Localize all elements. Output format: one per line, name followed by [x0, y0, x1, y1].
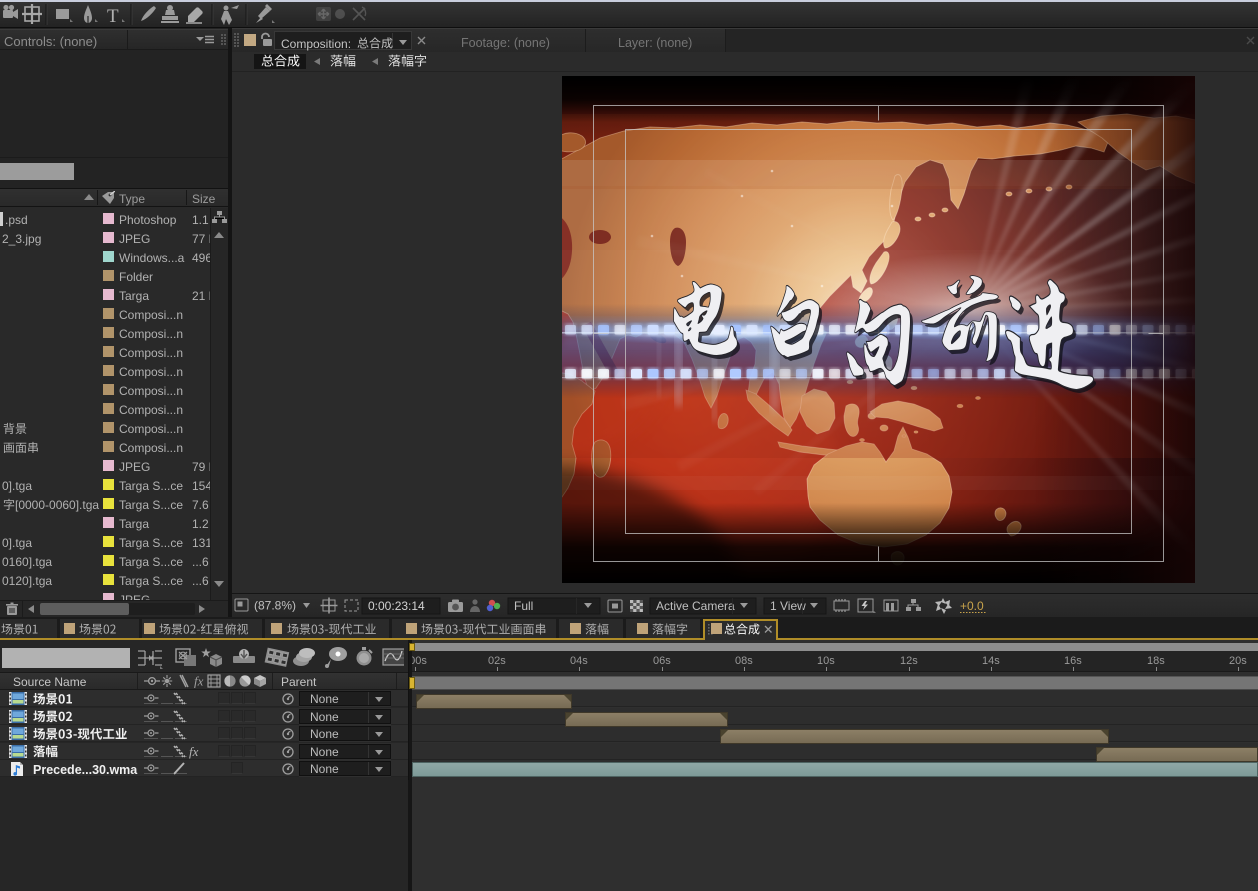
- svg-text:Full: Full: [514, 599, 533, 613]
- svg-text:fx: fx: [194, 674, 204, 688]
- svg-text:0:00:23:14: 0:00:23:14: [368, 599, 425, 613]
- svg-text:Active Camera: Active Camera: [656, 599, 735, 613]
- svg-text:(87.8%): (87.8%): [254, 599, 296, 613]
- svg-text:T: T: [107, 6, 119, 27]
- svg-text:+0.0: +0.0: [960, 599, 984, 613]
- svg-text:1 View: 1 View: [770, 599, 806, 613]
